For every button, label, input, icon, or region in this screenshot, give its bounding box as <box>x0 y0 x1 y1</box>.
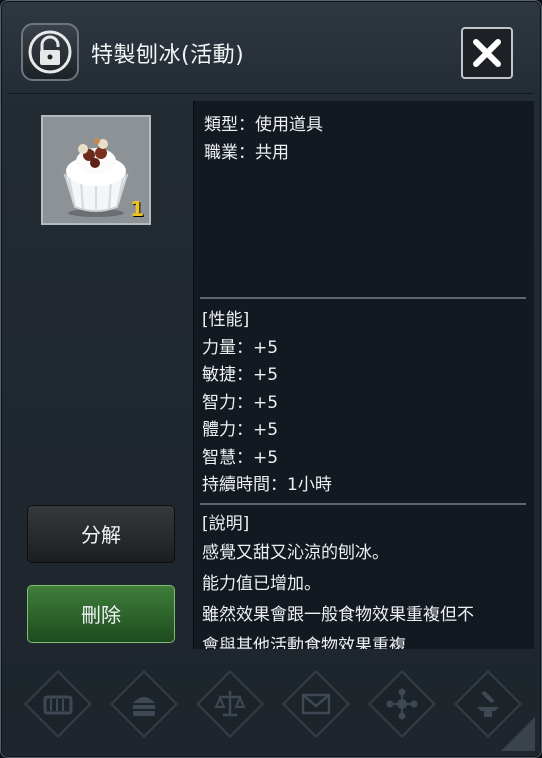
desc-line: 雖然效果會跟一般食物效果重複但不 <box>202 605 474 625</box>
anvil-icon <box>477 691 499 717</box>
stat-line: 智慧：+5 <box>202 447 279 468</box>
stat-line: 智力：+5 <box>202 392 279 413</box>
mail-icon <box>301 693 331 715</box>
scale-slot[interactable] <box>196 670 264 738</box>
item-info-panel[interactable]: 類型：使用道具 職業：共用 [性能] 力量：+5 敏捷：+5 智力：+5 體力：… <box>193 101 534 649</box>
delete-button[interactable]: 刪除 <box>27 585 175 643</box>
stats-section: [性能] 力量：+5 敏捷：+5 智力：+5 體力：+5 智慧：+5 持續時間：… <box>202 307 332 500</box>
lock-icon[interactable] <box>21 23 79 81</box>
action-slot-bar <box>1 653 541 757</box>
stat-line: 體力：+5 <box>202 420 279 440</box>
food-icon <box>133 697 155 716</box>
divider <box>200 297 526 299</box>
desc-line: 會與其他活動食物效果重複 <box>202 636 406 649</box>
mail-slot[interactable] <box>282 670 350 738</box>
desc-header: [說明] <box>202 514 250 534</box>
dismantle-button[interactable]: 分解 <box>27 505 175 563</box>
basic-info: 類型：使用道具 職業：共用 <box>204 111 323 167</box>
stat-line: 力量：+5 <box>202 337 279 358</box>
item-column: 1 分解 刪除 <box>1 101 191 661</box>
desc-line: 感覺又甜又沁涼的刨冰。 <box>202 543 389 563</box>
item-job: 職業：共用 <box>204 143 289 163</box>
scale-icon <box>214 691 246 717</box>
item-count: 1 <box>130 197 144 221</box>
close-icon <box>473 39 501 67</box>
resize-grip[interactable] <box>501 717 535 751</box>
description-section: [說明] 感覺又甜又沁涼的刨冰。 能力值已增加。 雖然效果會跟一般食物效果重複但… <box>202 511 532 649</box>
close-button[interactable] <box>461 27 513 79</box>
cross-slot[interactable] <box>368 670 436 738</box>
title-bar: 特製刨冰(活動) <box>9 9 533 94</box>
desc-line: 能力值已增加。 <box>202 574 321 594</box>
item-slot[interactable]: 1 <box>41 115 151 225</box>
stat-line: 敏捷：+5 <box>202 365 279 385</box>
window-title: 特製刨冰(活動) <box>91 43 245 68</box>
food-slot[interactable] <box>110 670 178 738</box>
item-window: 特製刨冰(活動) 1 分解 刪除 類型：使用道具 職業：共用 [性能] 力量：+… <box>0 0 542 758</box>
ticket-slot[interactable] <box>24 670 92 738</box>
item-type: 類型：使用道具 <box>204 115 323 135</box>
cross-icon <box>386 688 418 720</box>
duration-line: 持續時間：1小時 <box>202 475 332 495</box>
ticket-icon <box>43 695 73 715</box>
stats-header: [性能] <box>202 310 250 330</box>
divider <box>200 503 526 505</box>
